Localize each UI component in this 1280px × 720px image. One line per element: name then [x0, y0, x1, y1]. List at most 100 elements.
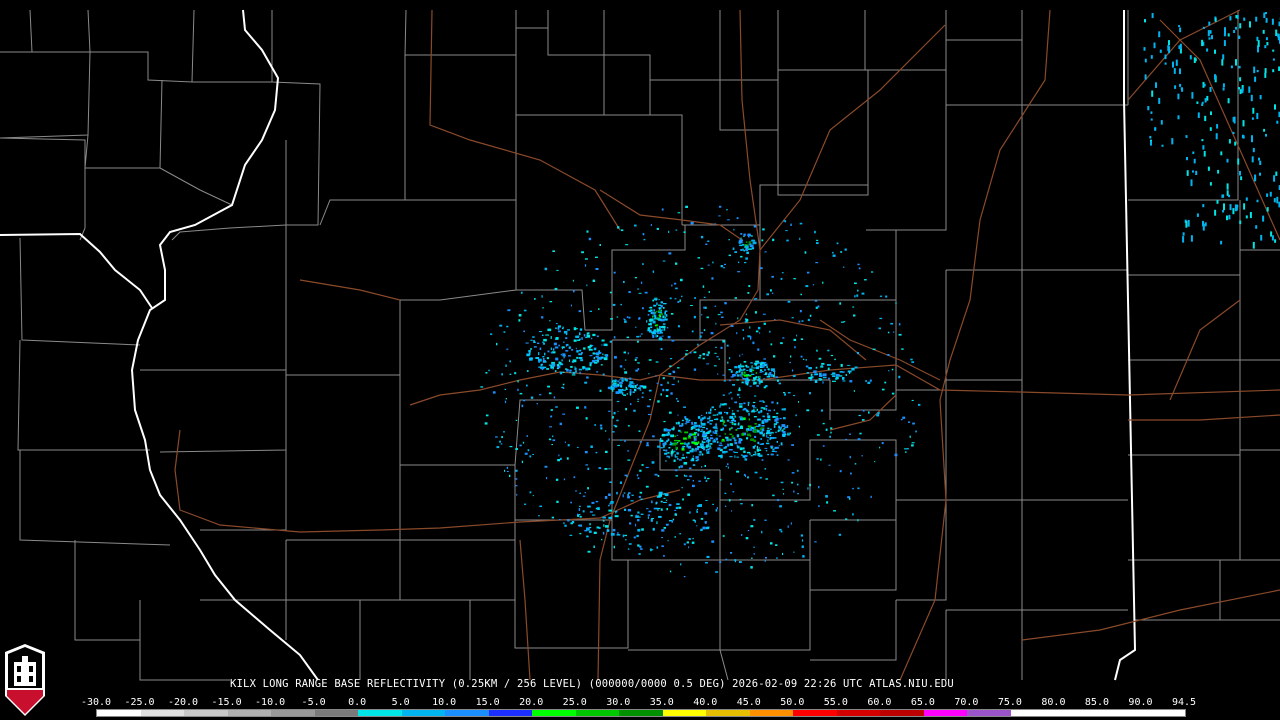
echo-pixel	[585, 367, 589, 371]
echo-pixel	[615, 391, 619, 394]
echo-pixel	[912, 422, 915, 425]
echo-pixel	[664, 452, 668, 455]
echo-pixel	[541, 334, 544, 336]
echo-pixel	[910, 358, 913, 361]
echo-pixel	[1239, 171, 1241, 176]
echo-pixel	[712, 261, 714, 264]
echo-pixel	[1259, 95, 1262, 100]
echo-pixel	[687, 493, 691, 496]
echo-pixel	[702, 357, 705, 360]
echo-pixel	[727, 361, 729, 364]
echo-pixel	[712, 503, 714, 505]
echo-pixel	[759, 332, 761, 334]
echo-pixel	[728, 449, 733, 451]
echo-pixel	[1274, 239, 1277, 243]
echo-pixel	[652, 315, 654, 318]
echo-pixel	[745, 429, 748, 431]
echo-pixel	[656, 521, 658, 525]
echo-pixel	[689, 351, 692, 354]
echo-pixel	[573, 289, 575, 293]
echo-pixel	[653, 304, 657, 307]
echo-pixel	[662, 377, 665, 380]
echo-pixel	[623, 280, 625, 283]
echo-pixel	[603, 524, 605, 527]
echo-pixel	[589, 526, 592, 529]
echo-pixel	[705, 562, 708, 564]
echo-pixel	[579, 492, 581, 494]
echo-pixel	[564, 524, 567, 527]
echo-pixel	[596, 371, 599, 373]
echo-pixel	[1144, 19, 1146, 23]
echo-pixel	[609, 481, 612, 483]
echo-pixel	[592, 279, 596, 282]
echo-pixel	[706, 316, 709, 319]
echo-pixel	[580, 359, 584, 362]
echo-pixel	[895, 302, 897, 304]
echo-pixel	[830, 431, 832, 434]
echo-pixel	[720, 311, 723, 314]
echo-pixel	[851, 367, 855, 371]
echo-pixel	[786, 239, 789, 242]
echo-pixel	[852, 487, 854, 490]
echo-pixel	[499, 440, 501, 443]
echo-pixel	[817, 305, 820, 308]
scale-label: 35.0	[649, 697, 674, 708]
echo-pixel	[742, 243, 745, 246]
echo-pixel	[689, 467, 692, 470]
echo-pixel	[625, 378, 628, 382]
echo-pixel	[663, 420, 666, 423]
echo-pixel	[807, 318, 810, 321]
echo-pixel	[515, 485, 518, 487]
echo-pixel	[816, 349, 818, 352]
echo-pixel	[695, 456, 699, 459]
echo-pixel	[624, 320, 627, 323]
echo-pixel	[815, 306, 818, 309]
echo-pixel	[700, 528, 703, 532]
echo-pixel	[766, 419, 768, 421]
echo-pixel	[1196, 101, 1199, 104]
echo-pixel	[1224, 27, 1226, 35]
echo-pixel	[539, 331, 543, 333]
echo-pixel	[693, 450, 697, 452]
echo-pixel	[728, 239, 730, 241]
echo-pixel	[674, 439, 678, 442]
echo-pixel	[613, 545, 615, 549]
echo-pixel	[646, 442, 649, 445]
echo-pixel	[793, 338, 797, 341]
echo-pixel	[770, 447, 773, 449]
echo-pixel	[786, 425, 789, 427]
echo-pixel	[604, 496, 608, 499]
echo-pixel	[802, 555, 805, 558]
echo-pixel	[767, 415, 771, 419]
echo-pixel	[647, 314, 650, 316]
echo-pixel	[515, 478, 518, 480]
echo-pixel	[714, 305, 717, 307]
echo-pixel	[1209, 182, 1212, 186]
echo-pixel	[552, 435, 554, 438]
echo-pixel	[682, 445, 686, 448]
scale-label: 0.0	[348, 697, 367, 708]
echo-pixel	[509, 360, 511, 363]
echo-pixel	[653, 309, 655, 312]
echo-pixel	[759, 400, 762, 402]
echo-pixel	[641, 263, 644, 265]
echo-pixel	[650, 518, 653, 522]
echo-pixel	[751, 365, 753, 369]
echo-pixel	[739, 561, 742, 563]
echo-pixel	[736, 410, 739, 412]
echo-pixel	[763, 432, 766, 434]
echo-pixel	[703, 437, 706, 441]
echo-pixel	[604, 468, 608, 470]
echo-pixel	[748, 241, 751, 245]
echo-pixel	[622, 534, 625, 538]
echo-pixel	[634, 224, 637, 227]
echo-pixel	[642, 307, 644, 310]
echo-pixel	[675, 262, 678, 265]
echo-pixel	[648, 310, 651, 312]
echo-pixel	[717, 373, 719, 375]
scale-swatch	[836, 710, 881, 716]
echo-pixel	[636, 335, 640, 338]
echo-pixel	[767, 436, 769, 439]
echo-pixel	[816, 242, 819, 245]
echo-pixel	[820, 458, 822, 461]
